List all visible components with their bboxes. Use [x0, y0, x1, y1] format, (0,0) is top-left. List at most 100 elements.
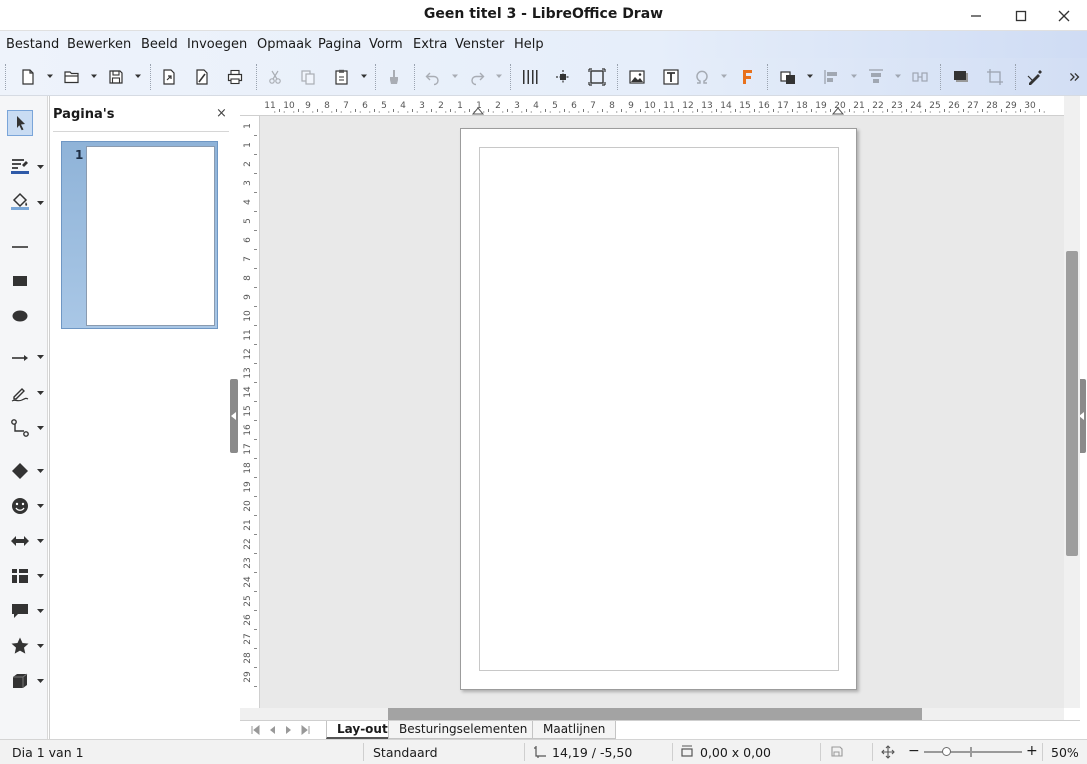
master-style-name[interactable]: Standaard: [373, 745, 438, 760]
chevron-down-icon[interactable]: [720, 72, 728, 80]
pages-panel-collapse-handle[interactable]: [230, 379, 238, 453]
stars-tool[interactable]: [7, 633, 33, 659]
chevron-down-icon[interactable]: [37, 354, 44, 360]
undo-button[interactable]: [421, 65, 445, 89]
minimize-button[interactable]: [958, 4, 994, 28]
show-draw-functions-button[interactable]: [1023, 65, 1047, 89]
zoom-out-button[interactable]: −: [908, 743, 920, 759]
zoom-in-button[interactable]: +: [1026, 743, 1038, 759]
special-character-button[interactable]: [690, 65, 714, 89]
menu-pagina[interactable]: Pagina: [318, 37, 361, 52]
menu-extra[interactable]: Extra: [413, 37, 447, 52]
horizontal-scrollbar[interactable]: [240, 708, 1064, 720]
tab-dimension-lines[interactable]: Maatlijnen: [532, 721, 617, 739]
close-button[interactable]: [1046, 4, 1082, 28]
vertical-scrollbar-thumb[interactable]: [1066, 251, 1078, 556]
fill-color-tool[interactable]: [7, 188, 33, 214]
helplines-button[interactable]: [551, 65, 575, 89]
maximize-button[interactable]: [1003, 4, 1039, 28]
3d-objects-tool[interactable]: [7, 668, 33, 694]
chevron-down-icon[interactable]: [37, 390, 44, 396]
copy-button[interactable]: [296, 65, 320, 89]
menu-bestand[interactable]: Bestand: [6, 37, 59, 52]
connectors-tool[interactable]: [7, 415, 33, 441]
chevron-down-icon[interactable]: [495, 72, 503, 80]
toolbar-overflow-button[interactable]: [1066, 65, 1082, 89]
insert-image-button[interactable]: [625, 65, 649, 89]
align-objects-button[interactable]: [820, 65, 844, 89]
menu-opmaak[interactable]: Opmaak: [257, 37, 312, 52]
pages-panel-close-button[interactable]: ×: [216, 106, 227, 121]
tab-controls[interactable]: Besturingselementen: [388, 721, 539, 739]
menu-vorm[interactable]: Vorm: [369, 37, 403, 52]
menu-help[interactable]: Help: [514, 37, 544, 52]
chevron-down-icon[interactable]: [850, 72, 858, 80]
curves-tool[interactable]: [7, 380, 33, 406]
fit-page-icon[interactable]: [881, 745, 895, 759]
chevron-down-icon[interactable]: [37, 425, 44, 431]
menu-invoegen[interactable]: Invoegen: [187, 37, 247, 52]
cut-button[interactable]: [263, 65, 287, 89]
ellipse-tool[interactable]: [7, 302, 33, 328]
horizontal-ruler[interactable]: 11 10 9 8 7 6 5 4 3 2 1 1 2 3 4 5 6 7 8 9 10 11 12 13 14 15 16 17 18…: [240, 96, 1070, 116]
block-arrows-tool[interactable]: [7, 528, 33, 554]
chevron-down-icon[interactable]: [37, 608, 44, 614]
first-tab-button[interactable]: [250, 724, 260, 736]
chevron-down-icon[interactable]: [90, 72, 98, 80]
previous-tab-button[interactable]: [267, 724, 277, 736]
horizontal-scrollbar-thumb[interactable]: [388, 708, 922, 720]
vertical-scrollbar[interactable]: [1064, 96, 1080, 708]
chevron-down-icon[interactable]: [37, 468, 44, 474]
chevron-down-icon[interactable]: [360, 72, 368, 80]
chevron-down-icon[interactable]: [37, 503, 44, 509]
last-tab-button[interactable]: [301, 724, 311, 736]
lines-and-arrows-tool[interactable]: [7, 344, 33, 370]
save-button[interactable]: [104, 65, 128, 89]
chevron-down-icon[interactable]: [46, 72, 54, 80]
zoom-slider[interactable]: [924, 751, 1022, 753]
zoom-level[interactable]: 50%: [1051, 745, 1079, 760]
open-button[interactable]: [60, 65, 84, 89]
select-tool[interactable]: [7, 110, 33, 136]
vertical-ruler[interactable]: 1 1 2 3 4 5 6 7 8 9 10 11 12 13 14 15 16 17 18 19 20 21 22 23 24…: [240, 116, 260, 708]
page-thumbnail-1[interactable]: 1: [61, 141, 218, 329]
chevron-down-icon[interactable]: [37, 200, 44, 206]
menu-bewerken[interactable]: Bewerken: [67, 37, 131, 52]
crop-button[interactable]: [983, 65, 1007, 89]
distribute-button[interactable]: [908, 65, 932, 89]
chevron-down-icon[interactable]: [37, 643, 44, 649]
chevron-down-icon[interactable]: [451, 72, 459, 80]
chevron-down-icon[interactable]: [806, 72, 814, 80]
paste-button[interactable]: [330, 65, 354, 89]
clone-formatting-button[interactable]: [382, 65, 406, 89]
drawing-canvas[interactable]: [260, 116, 1064, 708]
chevron-down-icon[interactable]: [37, 678, 44, 684]
basic-shapes-tool[interactable]: [7, 458, 33, 484]
arrange-button[interactable]: [864, 65, 888, 89]
shadow-button[interactable]: [949, 65, 973, 89]
line-tool[interactable]: [7, 232, 33, 258]
insert-textbox-button[interactable]: [659, 65, 683, 89]
transformations-button[interactable]: [776, 65, 800, 89]
chevron-down-icon[interactable]: [37, 573, 44, 579]
symbol-shapes-tool[interactable]: [7, 493, 33, 519]
chevron-down-icon[interactable]: [37, 164, 44, 170]
chevron-down-icon[interactable]: [894, 72, 902, 80]
export-button[interactable]: [157, 65, 181, 89]
zoom-slider-knob[interactable]: [942, 747, 951, 756]
fontwork-button[interactable]: [735, 65, 759, 89]
new-document-button[interactable]: [16, 65, 40, 89]
export-pdf-button[interactable]: [190, 65, 214, 89]
callouts-tool[interactable]: [7, 598, 33, 624]
flowchart-tool[interactable]: [7, 563, 33, 589]
rectangle-tool[interactable]: [7, 267, 33, 293]
grid-button[interactable]: [518, 65, 542, 89]
chevron-down-icon[interactable]: [134, 72, 142, 80]
zoom-page-button[interactable]: [585, 65, 609, 89]
chevron-down-icon[interactable]: [37, 538, 44, 544]
menu-beeld[interactable]: Beeld: [141, 37, 178, 52]
drawing-page[interactable]: [460, 128, 857, 690]
line-color-tool[interactable]: [7, 152, 33, 178]
redo-button[interactable]: [465, 65, 489, 89]
next-tab-button[interactable]: [284, 724, 294, 736]
